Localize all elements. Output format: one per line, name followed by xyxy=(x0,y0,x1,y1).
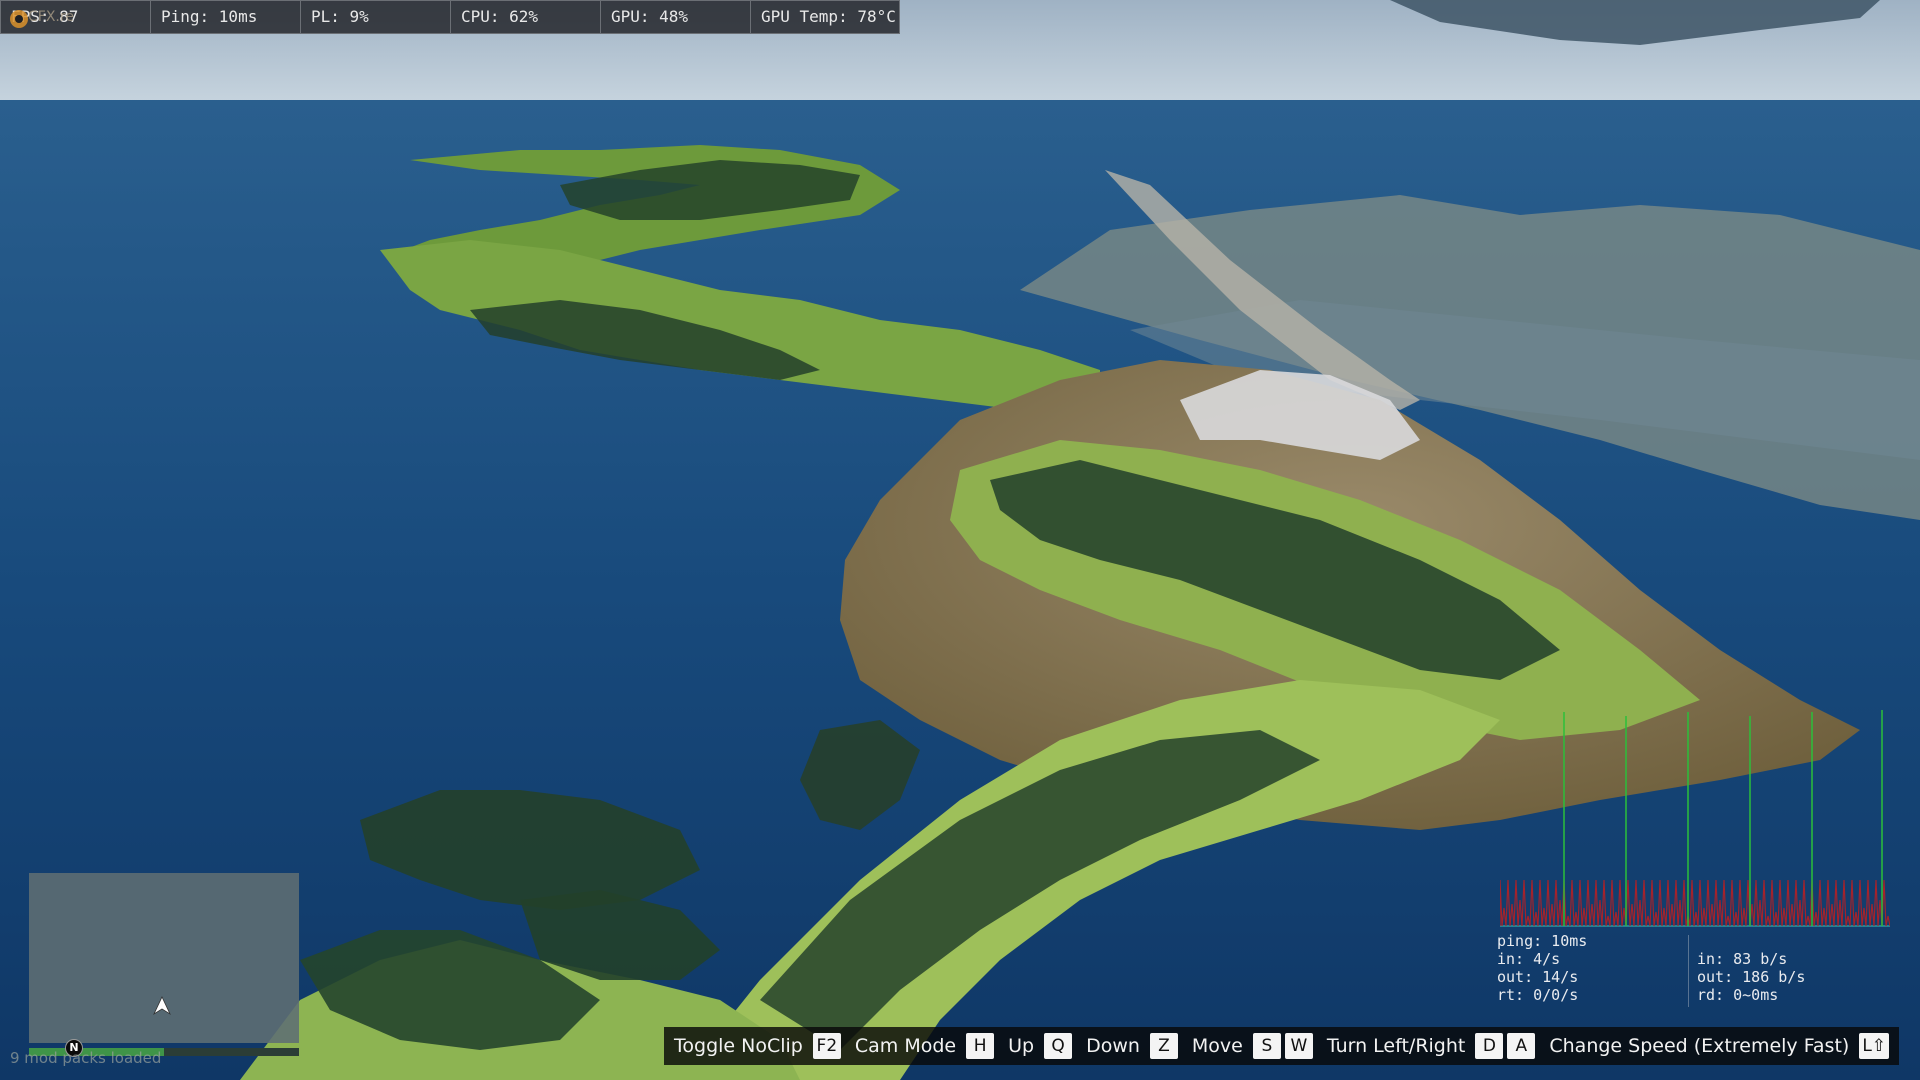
hint-label: Turn Left/Right xyxy=(1326,1035,1466,1057)
key-h: H xyxy=(966,1033,995,1059)
key-w: W xyxy=(1284,1033,1313,1059)
key-q: Q xyxy=(1044,1033,1073,1059)
hint-label: Down xyxy=(1086,1035,1140,1057)
key-z: Z xyxy=(1149,1033,1178,1059)
minimap xyxy=(29,873,299,1043)
key-a: A xyxy=(1507,1033,1536,1059)
hint-down: Down Z xyxy=(1086,1033,1178,1059)
netgraph-stats-left: ping: 10ms in: 4/s out: 14/s rt: 0/0/s xyxy=(1497,932,1587,1004)
cfx-logo-icon xyxy=(10,10,28,28)
gpu-readout: GPU: 48% xyxy=(601,1,751,33)
gpu-temp-readout: GPU Temp: 78°C xyxy=(761,7,896,26)
instructional-buttons: Toggle NoClip F2 Cam Mode H Up Q Down Z … xyxy=(664,1027,1900,1065)
hint-label: Toggle NoClip xyxy=(674,1035,803,1057)
net-out-bytes: out: 186 b/s xyxy=(1697,968,1806,986)
hint-label: Change Speed (Extremely Fast) xyxy=(1549,1035,1850,1057)
hint-up: Up Q xyxy=(1008,1033,1073,1059)
key-left-shift: L⇧ xyxy=(1859,1033,1890,1059)
key-s: S xyxy=(1252,1033,1281,1059)
cpu-readout: CPU: 62% xyxy=(451,1,601,33)
hint-toggle-noclip: Toggle NoClip F2 xyxy=(674,1033,841,1059)
hint-turn: Turn Left/Right D A xyxy=(1327,1033,1536,1059)
netgraph-chart xyxy=(1500,710,1890,927)
hint-label: Cam Mode xyxy=(854,1035,957,1057)
key-d: D xyxy=(1475,1033,1504,1059)
mod-packs-status: 9 mod packs loaded xyxy=(10,1049,162,1067)
key-f2: F2 xyxy=(812,1033,841,1059)
net-rd: rd: 0~0ms xyxy=(1697,986,1779,1004)
performance-overlay: FPS: 87 Ping: 10ms PL: 9% CPU: 62% GPU: … xyxy=(0,0,900,34)
net-ping: ping: 10ms xyxy=(1497,932,1588,950)
brand-logo-text: CFX.re xyxy=(28,9,74,25)
hint-move: Move S W xyxy=(1192,1033,1313,1059)
net-in-rate: in: 4/s xyxy=(1497,950,1561,968)
netgraph-outgoing-trace xyxy=(1500,879,1890,927)
netgraph-stats-right: in: 83 b/s out: 186 b/s rd: 0~0ms xyxy=(1697,950,1805,1004)
hint-cam-mode: Cam Mode H xyxy=(854,1033,995,1059)
netgraph-divider xyxy=(1688,935,1689,1007)
hint-label: Move xyxy=(1191,1035,1243,1057)
net-rt: rt: 0/0/s xyxy=(1497,986,1579,1004)
packet-loss-readout: PL: 9% xyxy=(301,1,451,33)
hint-label: Up xyxy=(1008,1035,1035,1057)
net-in-bytes: in: 83 b/s xyxy=(1697,950,1788,968)
net-out-rate: out: 14/s xyxy=(1497,968,1579,986)
hint-change-speed: Change Speed (Extremely Fast) L⇧ xyxy=(1549,1033,1890,1059)
ping-readout: Ping: 10ms xyxy=(151,1,301,33)
player-arrow-icon xyxy=(153,996,171,1016)
